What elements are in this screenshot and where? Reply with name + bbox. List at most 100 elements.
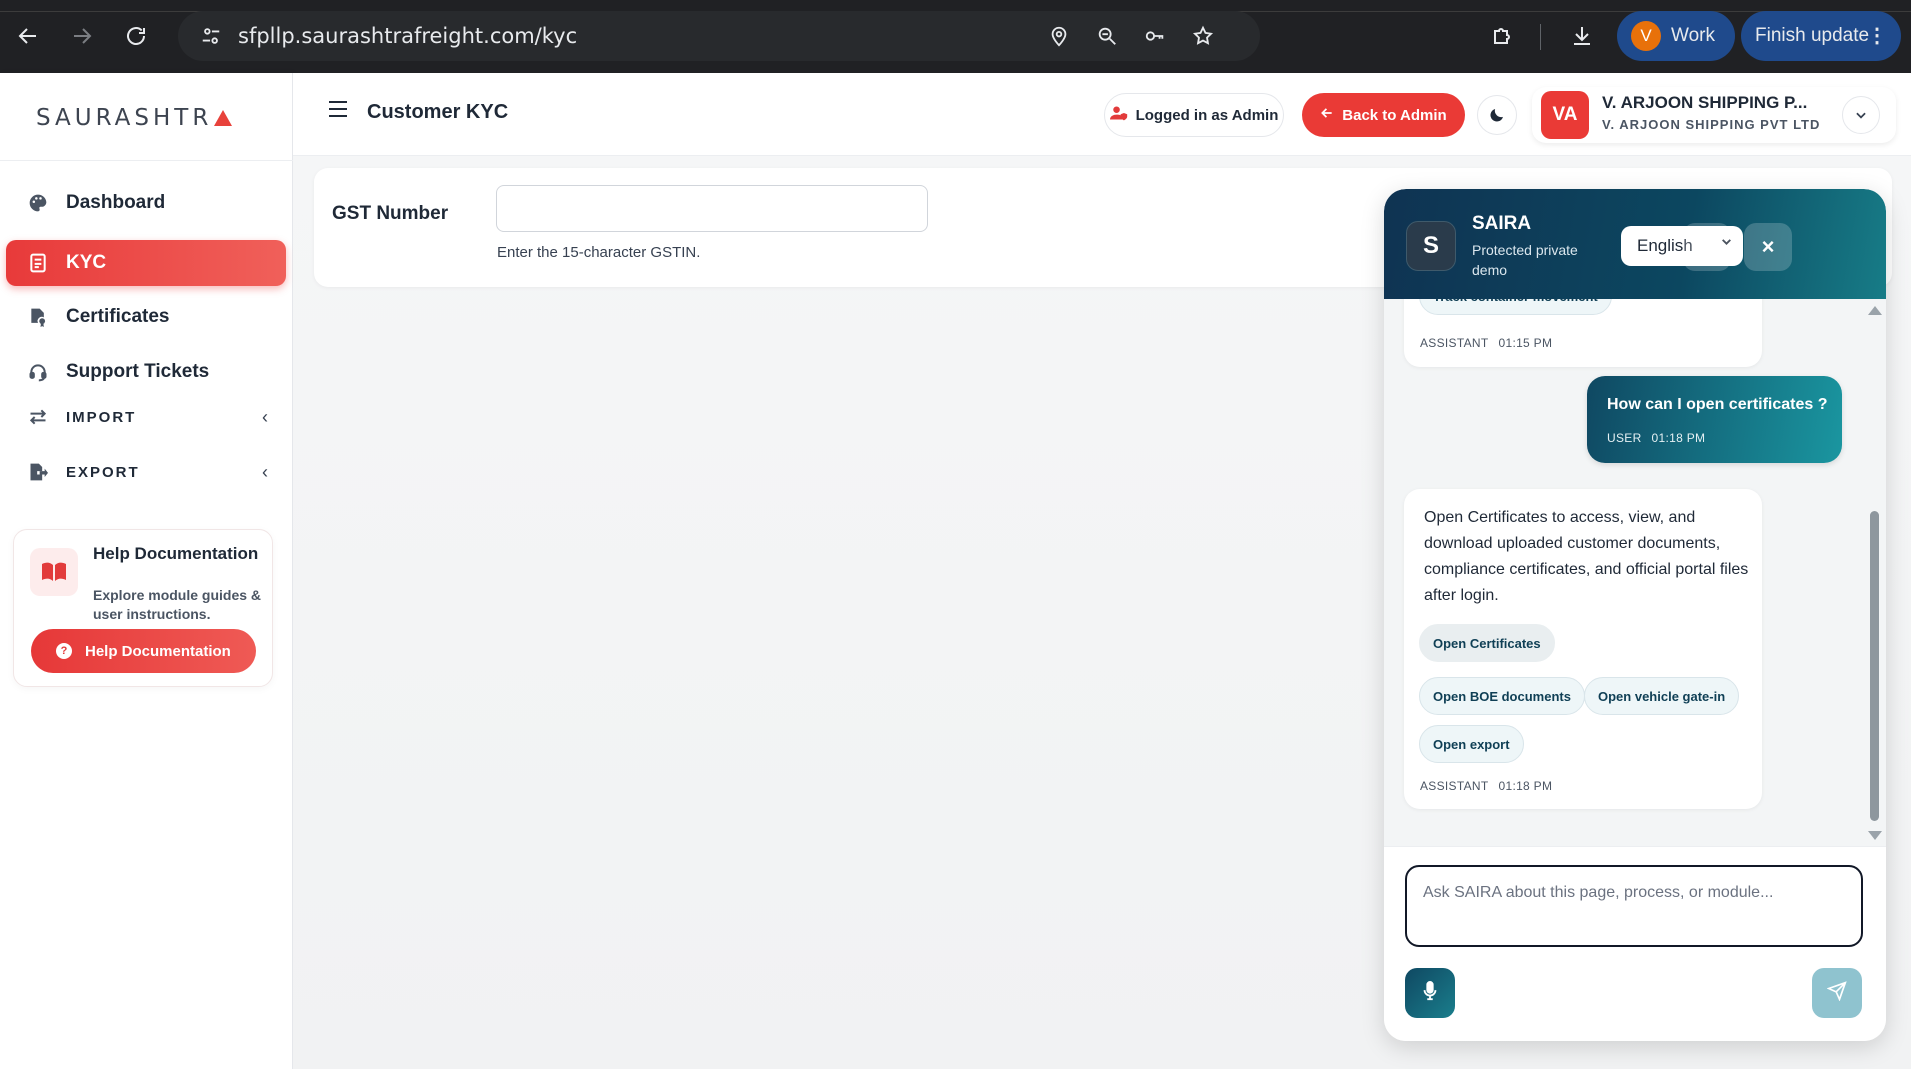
browser-toolbar: sfpllp.saurashtrafreight.com/kyc V Work …: [0, 0, 1911, 73]
message-text: Open Certificates to access, view, and d…: [1424, 509, 1749, 604]
assistant-avatar: S: [1406, 221, 1456, 271]
logged-in-badge: Logged in as Admin: [1104, 93, 1284, 137]
palette-icon: [26, 191, 50, 215]
user-shield-icon: [1109, 105, 1128, 125]
chevron-down-icon[interactable]: [1842, 96, 1880, 134]
more-vert-icon[interactable]: ⋮: [1867, 23, 1887, 48]
open-book-icon: [30, 548, 78, 596]
sidebar-item-dashboard[interactable]: Dashboard: [6, 180, 286, 226]
finish-update-label: Finish update: [1755, 25, 1870, 46]
address-bar[interactable]: sfpllp.saurashtrafreight.com/kyc: [178, 11, 1260, 61]
send-plane-icon: [1826, 980, 1847, 1006]
swap-arrows-icon: [26, 405, 50, 429]
help-documentation-button[interactable]: ? Help Documentation: [31, 629, 256, 673]
password-key-icon[interactable]: [1142, 23, 1168, 49]
message-role: ASSISTANT: [1420, 779, 1489, 793]
message-role: ASSISTANT: [1420, 336, 1489, 350]
site-settings-icon[interactable]: [198, 23, 224, 49]
message-time: 01:18 PM: [1651, 431, 1706, 445]
message-text: How can I open certificates ?: [1607, 396, 1828, 413]
new-chat-button[interactable]: +: [1683, 223, 1731, 271]
sidebar-item-label: Support Tickets: [66, 361, 210, 382]
sidebar-item-support-tickets[interactable]: Support Tickets: [6, 349, 286, 395]
zoom-icon[interactable]: [1094, 23, 1120, 49]
chevron-left-icon[interactable]: ‹: [262, 462, 268, 483]
help-button-label: Help Documentation: [85, 642, 231, 660]
back-arrow-icon[interactable]: [8, 16, 48, 56]
reload-icon[interactable]: [116, 16, 156, 56]
sidebar-item-import[interactable]: IMPORT ‹: [6, 394, 286, 440]
message-meta: USER 01:18 PM: [1607, 431, 1705, 445]
chat-header: S SAIRA Protected private demo English +…: [1384, 189, 1886, 299]
arrow-left-icon: [1320, 106, 1334, 124]
sidebar: SAURASHTR Dashboard KYC Certificates Sup…: [0, 73, 293, 1069]
message-meta: ASSISTANT 01:15 PM: [1420, 336, 1552, 350]
suggestion-chip[interactable]: Open Certificates: [1419, 624, 1555, 662]
sidebar-item-label: Certificates: [66, 306, 170, 327]
sidebar-item-label: KYC: [66, 252, 107, 273]
help-card: Help Documentation Explore module guides…: [13, 529, 273, 687]
scroll-up-arrow[interactable]: [1868, 306, 1882, 315]
chevron-left-icon[interactable]: ‹: [262, 407, 268, 428]
bookmark-star-icon[interactable]: [1190, 23, 1216, 49]
sidebar-item-label: Dashboard: [66, 192, 166, 213]
toolbar-separator: [1540, 24, 1541, 50]
file-export-icon: [26, 460, 50, 484]
plus-icon: +: [1700, 234, 1714, 259]
message-time: 01:15 PM: [1498, 336, 1553, 350]
logo-triangle-icon: [214, 110, 233, 126]
gst-label: GST Number: [332, 203, 449, 224]
location-pin-icon[interactable]: [1046, 23, 1072, 49]
id-card-icon: [26, 251, 50, 275]
company-name: V. ARJOON SHIPPING P...: [1602, 93, 1808, 112]
message-time: 01:18 PM: [1498, 779, 1553, 793]
sidebar-item-certificates[interactable]: Certificates: [6, 294, 286, 340]
file-certificate-icon: [26, 305, 50, 329]
extensions-puzzle-icon[interactable]: [1488, 22, 1516, 50]
hamburger-menu-icon[interactable]: [329, 101, 347, 117]
moon-icon[interactable]: [1477, 95, 1517, 135]
finish-update-button[interactable]: Finish update ⋮: [1741, 11, 1901, 61]
suggestion-chip[interactable]: Open BOE documents: [1419, 677, 1585, 715]
user-message: How can I open certificates ? USER 01:18 …: [1587, 376, 1842, 463]
sidebar-item-export[interactable]: EXPORT ‹: [6, 449, 286, 495]
close-chat-button[interactable]: ×: [1744, 223, 1792, 271]
message-meta: ASSISTANT 01:18 PM: [1420, 779, 1552, 793]
chat-message-input[interactable]: Ask SAIRA about this page, process, or m…: [1405, 865, 1863, 947]
scroll-down-arrow[interactable]: [1868, 831, 1882, 840]
url-text: sfpllp.saurashtrafreight.com/kyc: [238, 24, 578, 48]
back-to-admin-button[interactable]: Back to Admin: [1302, 93, 1465, 137]
sidebar-item-label: EXPORT: [66, 463, 140, 481]
send-button[interactable]: [1812, 968, 1862, 1018]
suggestion-chip[interactable]: Track container movement: [1419, 299, 1612, 315]
suggestion-chip[interactable]: Open vehicle gate-in: [1584, 677, 1740, 715]
page-title: Customer KYC: [367, 101, 509, 123]
logged-in-label: Logged in as Admin: [1135, 106, 1279, 124]
gst-help-text: Enter the 15-character GSTIN.: [497, 244, 701, 261]
suggestion-chip[interactable]: Open export: [1419, 725, 1524, 763]
chat-messages[interactable]: Track container movement ASSISTANT 01:15 …: [1384, 299, 1886, 846]
sidebar-divider: [0, 160, 293, 161]
scrollbar-thumb[interactable]: [1870, 511, 1879, 821]
close-icon: ×: [1761, 234, 1775, 259]
assistant-subtitle: Protected private demo: [1472, 242, 1578, 278]
download-icon[interactable]: [1568, 22, 1596, 50]
profile-avatar: V: [1631, 21, 1661, 51]
forward-arrow-icon[interactable]: [62, 16, 102, 56]
microphone-icon: [1422, 980, 1438, 1006]
chat-widget: S SAIRA Protected private demo English +…: [1384, 189, 1886, 1041]
question-circle-icon: ?: [56, 643, 72, 659]
headset-icon: [26, 360, 50, 384]
microphone-button[interactable]: [1405, 968, 1455, 1018]
company-avatar: VA: [1541, 91, 1589, 139]
assistant-message: Open Certificates to access, view, and d…: [1404, 489, 1762, 809]
gst-number-input[interactable]: [496, 185, 928, 232]
company-subname: V. ARJOON SHIPPING PVT LTD: [1602, 117, 1821, 132]
profile-button[interactable]: V Work: [1617, 11, 1735, 61]
company-switcher[interactable]: VA V. ARJOON SHIPPING P... V. ARJOON SHI…: [1532, 87, 1896, 143]
chat-footer: Ask SAIRA about this page, process, or m…: [1384, 846, 1886, 1041]
page-header: Customer KYC Logged in as Admin Back to …: [293, 73, 1911, 156]
sidebar-item-kyc[interactable]: KYC: [6, 240, 286, 286]
assistant-name: SAIRA: [1472, 213, 1532, 234]
logo[interactable]: SAURASHTR: [36, 105, 233, 131]
